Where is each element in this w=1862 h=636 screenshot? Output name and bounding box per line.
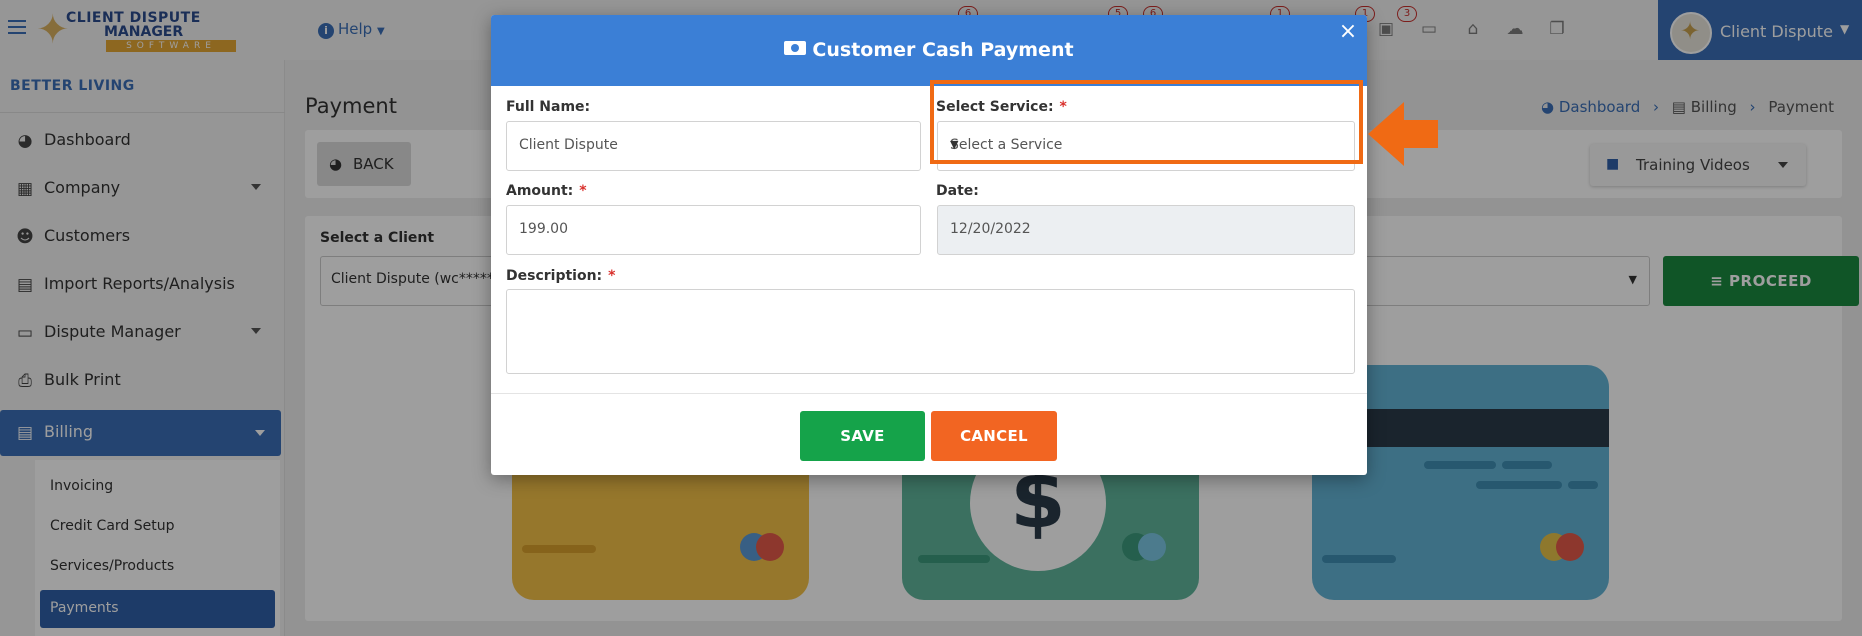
full-name-value: Client Dispute [519,137,618,153]
amount-input[interactable]: 199.00 [506,205,921,255]
amount-label: Amount: * [506,183,587,199]
highlight-box [930,80,1363,164]
full-name-input[interactable]: Client Dispute [506,121,921,171]
date-value: 12/20/2022 [950,221,1031,237]
money-bill-icon [784,41,807,55]
cash-payment-modal: Customer Cash Payment × Full Name: Clien… [491,15,1367,475]
close-icon[interactable]: × [1337,21,1359,43]
description-label: Description: * [506,268,615,284]
modal-title: Customer Cash Payment [491,39,1367,61]
pointer-arrow-icon [1368,102,1438,166]
amount-label-text: Amount: [506,183,574,199]
full-name-label: Full Name: [506,99,590,115]
modal-title-text: Customer Cash Payment [812,39,1074,61]
modal-header: Customer Cash Payment × [491,15,1367,86]
divider [491,393,1367,394]
save-button[interactable]: SAVE [800,411,925,461]
cancel-button[interactable]: CANCEL [931,411,1057,461]
full-name-label-text: Full Name: [506,99,591,115]
date-label-text: Date: [936,183,979,199]
date-input: 12/20/2022 [937,205,1355,255]
date-label: Date: [936,183,979,199]
description-textarea[interactable] [506,289,1355,374]
required-mark: * [579,183,587,199]
description-label-text: Description: [506,268,603,284]
amount-value: 199.00 [519,221,568,237]
required-mark: * [608,268,616,284]
